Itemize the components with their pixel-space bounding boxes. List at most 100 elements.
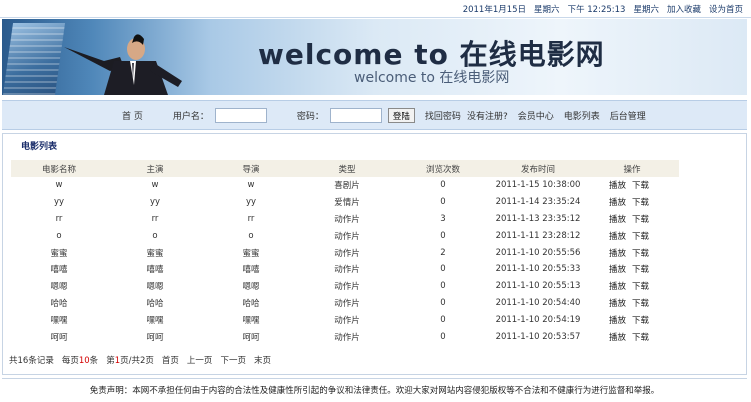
table-cell: 2011-1-15 10:38:00 bbox=[495, 180, 581, 191]
play-link[interactable]: 播放 bbox=[609, 333, 626, 343]
column-header: 发布时间 bbox=[491, 160, 585, 177]
table-row: 呵呵 呵呵 呵呵 动作片 0 2011-1-10 20:53:57 播放 下载 bbox=[11, 328, 679, 345]
top-info: 2011年1月15日 星期六 下午 12:25:13 星期六 加入收藏 设为首页 bbox=[463, 3, 743, 15]
building-image bbox=[2, 23, 66, 95]
table-cell: o bbox=[248, 230, 254, 241]
download-link[interactable]: 下载 bbox=[632, 198, 649, 208]
set-homepage-link[interactable]: 设为首页 bbox=[709, 3, 743, 15]
table-cell: rr bbox=[55, 213, 63, 224]
column-header: 类型 bbox=[299, 160, 395, 177]
table-cell: 2011-1-10 20:55:56 bbox=[495, 247, 581, 258]
top-bar: 2011年1月15日 星期六 下午 12:25:13 星期六 加入收藏 设为首页 bbox=[0, 0, 751, 18]
password-label: 密码： bbox=[296, 112, 324, 122]
movie-list-panel: 电影列表 电影名称 主演 导演 类型 浏览次数 发布时间 操作 w w w 喜剧片 0 2… bbox=[2, 133, 747, 375]
table-cell: 3 bbox=[440, 213, 446, 224]
table-cell: 嘻嘻 bbox=[242, 265, 260, 276]
column-header: 电影名称 bbox=[11, 160, 107, 177]
table-cell: yy bbox=[53, 197, 65, 208]
download-link[interactable]: 下载 bbox=[632, 282, 649, 292]
login-button[interactable]: 登陆 bbox=[387, 108, 415, 123]
register-link[interactable]: 没有注册? bbox=[467, 109, 508, 122]
table-cell: 0 bbox=[440, 331, 446, 342]
table-row: 嘿嘿 嘿嘿 嘿嘿 动作片 0 2011-1-10 20:54:19 播放 下载 bbox=[11, 311, 679, 328]
site-banner: welcome to 在线电影网 welcome to 在线电影网 bbox=[2, 19, 747, 95]
table-cell: 嗯嗯 bbox=[242, 282, 260, 293]
download-link[interactable]: 下载 bbox=[632, 232, 649, 242]
prev-page-link[interactable]: 上一页 bbox=[187, 354, 213, 366]
table-cell: 2011-1-10 20:55:13 bbox=[495, 281, 581, 292]
table-cell: 0 bbox=[440, 264, 446, 275]
table-cell: 2011-1-14 23:35:24 bbox=[495, 197, 581, 208]
download-link[interactable]: 下载 bbox=[632, 249, 649, 259]
table-cell: 动作片 bbox=[334, 298, 360, 309]
download-link[interactable]: 下载 bbox=[632, 316, 649, 326]
play-link[interactable]: 播放 bbox=[609, 299, 626, 309]
password-input[interactable] bbox=[329, 108, 382, 123]
table-cell: 2 bbox=[440, 247, 446, 258]
download-link[interactable]: 下载 bbox=[632, 333, 649, 343]
table-row: rr rr rr 动作片 3 2011-1-13 23:35:12 播放 下载 bbox=[11, 211, 679, 228]
page-info: 第1页/共2页 bbox=[106, 354, 154, 366]
table-cell: 呵呵 bbox=[50, 332, 68, 343]
download-link[interactable]: 下载 bbox=[632, 299, 649, 309]
operations-cell: 播放 下载 bbox=[585, 311, 679, 328]
operations-cell: 播放 下载 bbox=[585, 261, 679, 278]
username-input[interactable] bbox=[214, 108, 267, 123]
play-link[interactable]: 播放 bbox=[609, 316, 626, 326]
per-page-suffix: 条 bbox=[89, 356, 99, 366]
current-weekday-2: 星期六 bbox=[633, 5, 659, 15]
current-time: 下午 12:25:13 bbox=[567, 5, 626, 15]
download-link[interactable]: 下载 bbox=[632, 215, 649, 225]
movie-list-heading: 电影列表 bbox=[21, 142, 58, 152]
play-link[interactable]: 播放 bbox=[609, 232, 626, 242]
admin-link[interactable]: 后台管理 bbox=[610, 109, 646, 122]
table-cell: 0 bbox=[440, 297, 446, 308]
table-cell: 0 bbox=[440, 230, 446, 241]
play-link[interactable]: 播放 bbox=[609, 265, 626, 275]
member-center-link[interactable]: 会员中心 bbox=[518, 109, 554, 122]
play-link[interactable]: 播放 bbox=[609, 181, 626, 191]
table-cell: rr bbox=[151, 213, 159, 224]
movie-list-link[interactable]: 电影列表 bbox=[564, 109, 600, 122]
operations-cell: 播放 下载 bbox=[585, 244, 679, 261]
per-page-number: 10 bbox=[78, 356, 90, 366]
table-cell: 嗯嗯 bbox=[50, 282, 68, 293]
next-page-link[interactable]: 下一页 bbox=[220, 354, 246, 366]
table-cell: 哈哈 bbox=[50, 298, 68, 309]
table-cell: 2011-1-10 20:54:40 bbox=[495, 297, 581, 308]
table-row: 哈哈 哈哈 哈哈 动作片 0 2011-1-10 20:54:40 播放 下载 bbox=[11, 295, 679, 312]
table-cell: 0 bbox=[440, 197, 446, 208]
movie-table: 电影名称 主演 导演 类型 浏览次数 发布时间 操作 w w w 喜剧片 0 2011-1… bbox=[11, 160, 679, 345]
table-row: 嘻嘻 嘻嘻 嘻嘻 动作片 0 2011-1-10 20:55:33 播放 下载 bbox=[11, 261, 679, 278]
play-link[interactable]: 播放 bbox=[609, 249, 626, 259]
operations-cell: 播放 下载 bbox=[585, 278, 679, 295]
play-link[interactable]: 播放 bbox=[609, 198, 626, 208]
table-cell: 爱情片 bbox=[334, 198, 360, 209]
businessman-image bbox=[64, 34, 182, 95]
download-link[interactable]: 下载 bbox=[632, 181, 649, 191]
table-cell: 呵呵 bbox=[146, 332, 164, 343]
table-cell: o bbox=[56, 230, 62, 241]
per-page-prefix: 每页 bbox=[61, 356, 79, 366]
table-cell: 动作片 bbox=[334, 315, 360, 326]
table-cell: 呵呵 bbox=[242, 332, 260, 343]
table-cell: o bbox=[152, 230, 158, 241]
table-cell: 蜜蜜 bbox=[146, 248, 164, 259]
table-cell: 哈哈 bbox=[146, 298, 164, 309]
add-bookmark-link[interactable]: 加入收藏 bbox=[667, 3, 701, 15]
disclaimer-footer: 免责声明：本网不承担任何由于内容的合法性及健康性所引起的争议和法律责任。欢迎大家… bbox=[2, 378, 747, 400]
column-header: 浏览次数 bbox=[395, 160, 491, 177]
last-page-link[interactable]: 末页 bbox=[254, 354, 271, 366]
current-weekday: 星期六 bbox=[534, 5, 560, 15]
table-cell: 动作片 bbox=[334, 282, 360, 293]
nav-home-link[interactable]: 首 页 bbox=[122, 109, 143, 122]
play-link[interactable]: 播放 bbox=[609, 282, 626, 292]
download-link[interactable]: 下载 bbox=[632, 265, 649, 275]
current-date: 2011年1月15日 bbox=[462, 5, 527, 15]
table-cell: w bbox=[151, 180, 159, 191]
forgot-password-link[interactable]: 找回密码 bbox=[425, 109, 461, 122]
play-link[interactable]: 播放 bbox=[609, 215, 626, 225]
table-cell: rr bbox=[247, 213, 255, 224]
first-page-link[interactable]: 首页 bbox=[162, 354, 179, 366]
table-cell: yy bbox=[245, 197, 257, 208]
